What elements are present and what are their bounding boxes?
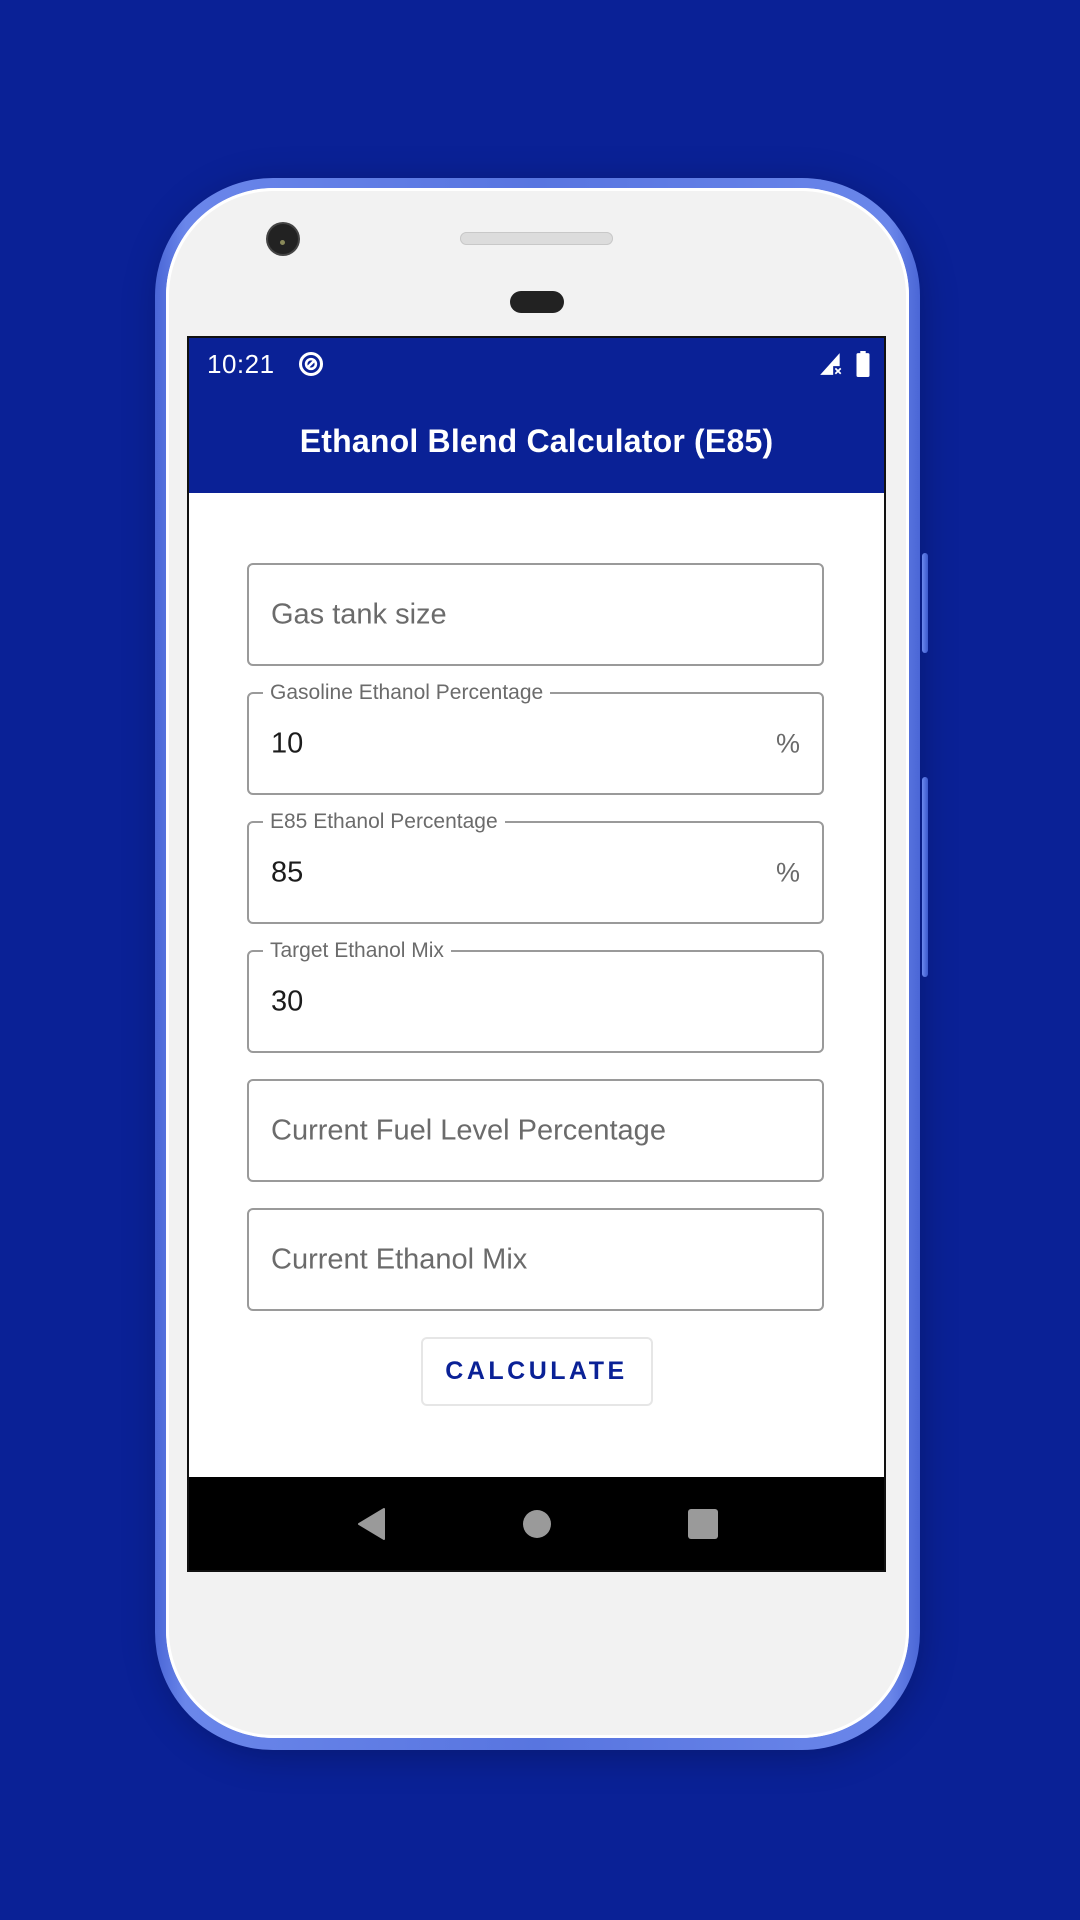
- current-ethanol-mix-placeholder: Current Ethanol Mix: [271, 1243, 528, 1275]
- calculate-button-container: CALCULATE: [247, 1337, 826, 1406]
- gasoline-ethanol-percentage-field[interactable]: Gasoline Ethanol Percentage 10 %: [247, 680, 824, 795]
- data-saver-icon: [298, 351, 323, 377]
- calculate-button[interactable]: CALCULATE: [420, 1337, 653, 1406]
- signal-no-data-icon: [820, 353, 842, 375]
- e85-ethanol-percentage-label: E85 Ethanol Percentage: [263, 809, 505, 835]
- app-bar: Ethanol Blend Calculator (E85): [189, 390, 884, 493]
- percent-suffix: %: [775, 728, 800, 758]
- gas-tank-size-placeholder: Gas tank size: [271, 598, 447, 630]
- current-ethanol-mix-field[interactable]: Current Ethanol Mix: [247, 1208, 824, 1311]
- gas-tank-size-field[interactable]: Gas tank size: [247, 563, 824, 666]
- back-triangle-icon[interactable]: [356, 1507, 386, 1541]
- current-fuel-level-percentage-field[interactable]: Current Fuel Level Percentage: [247, 1079, 824, 1182]
- power-button: [922, 553, 928, 653]
- earpiece-speaker: [460, 232, 613, 245]
- battery-full-icon: [856, 351, 870, 377]
- volume-button: [922, 777, 928, 977]
- status-time: 10:21: [207, 348, 275, 379]
- target-ethanol-mix-field[interactable]: Target Ethanol Mix 30: [247, 938, 824, 1053]
- gasoline-ethanol-percentage-label: Gasoline Ethanol Percentage: [263, 680, 551, 706]
- home-circle-icon[interactable]: [522, 1509, 551, 1538]
- calculator-form: Gas tank size Gasoline Ethanol Percentag…: [189, 493, 884, 1406]
- phone-screen: 10:21 Ethanol Blend Calculator (E85) Gas…: [187, 336, 886, 1572]
- gasoline-ethanol-percentage-value: 10: [271, 727, 304, 759]
- percent-suffix: %: [775, 857, 800, 887]
- promo-background: 10:21 Ethanol Blend Calculator (E85) Gas…: [0, 0, 1080, 1920]
- proximity-sensor: [510, 291, 564, 313]
- front-camera-icon: [268, 224, 298, 254]
- e85-ethanol-percentage-field[interactable]: E85 Ethanol Percentage 85 %: [247, 809, 824, 924]
- target-ethanol-mix-label: Target Ethanol Mix: [263, 938, 451, 964]
- app-title: Ethanol Blend Calculator (E85): [299, 423, 774, 459]
- recents-square-icon[interactable]: [687, 1508, 718, 1539]
- status-bar: 10:21: [189, 338, 884, 390]
- current-fuel-level-percentage-placeholder: Current Fuel Level Percentage: [271, 1114, 666, 1146]
- target-ethanol-mix-value: 30: [271, 985, 304, 1017]
- system-navigation-bar: [189, 1477, 884, 1570]
- e85-ethanol-percentage-value: 85: [271, 856, 304, 888]
